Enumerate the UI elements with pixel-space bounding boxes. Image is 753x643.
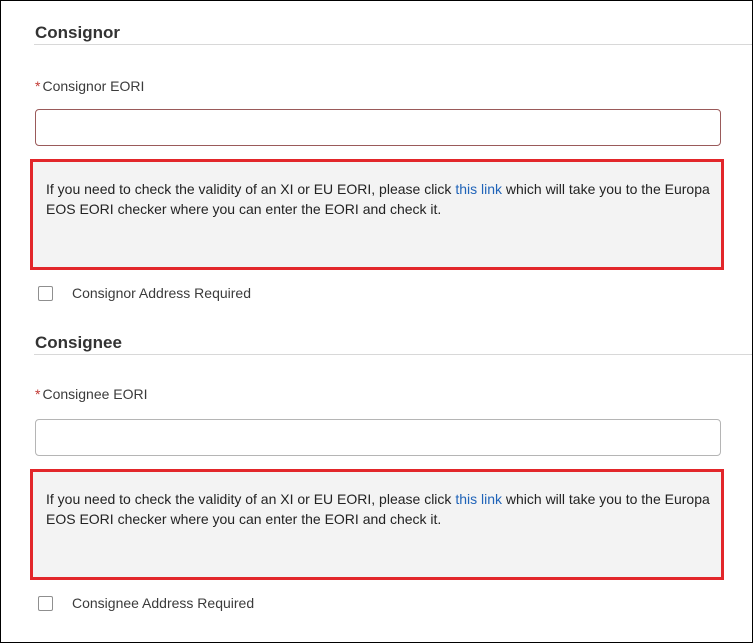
- consignor-section-header: Consignor: [34, 23, 752, 45]
- consignee-eori-label: * Consignee EORI: [35, 386, 148, 402]
- consignor-address-required-row[interactable]: Consignor Address Required: [38, 284, 251, 302]
- consignee-eori-checker-link[interactable]: this link: [455, 491, 502, 507]
- consignor-eori-label-text: Consignor EORI: [42, 78, 145, 94]
- consignee-eori-label-text: Consignee EORI: [42, 386, 148, 402]
- consignee-address-required-label: Consignee Address Required: [72, 595, 255, 611]
- consignee-section-title: Consignee: [35, 333, 122, 352]
- required-marker: *: [35, 386, 41, 402]
- consignor-eori-label: * Consignor EORI: [35, 78, 144, 94]
- consignee-address-required-row[interactable]: Consignee Address Required: [38, 594, 254, 612]
- consignor-info-text-before: If you need to check the validity of an …: [46, 181, 456, 197]
- consignor-address-required-label: Consignor Address Required: [72, 285, 251, 301]
- required-marker: *: [35, 78, 41, 94]
- consignor-section-title: Consignor: [35, 23, 120, 42]
- consignor-address-required-checkbox[interactable]: [38, 285, 53, 301]
- consignee-section-header: Consignee: [34, 333, 752, 355]
- consignor-eori-info-box: If you need to check the validity of an …: [30, 159, 724, 270]
- consignor-eori-info-text: If you need to check the validity of an …: [46, 179, 711, 219]
- consignee-address-required-checkbox[interactable]: [38, 595, 53, 611]
- consignor-eori-input[interactable]: [35, 109, 721, 146]
- form-panel: Consignor * Consignor EORI If you need to…: [0, 0, 753, 643]
- consignor-eori-checker-link[interactable]: this link: [455, 181, 502, 197]
- consignee-info-text-before: If you need to check the validity of an …: [46, 491, 456, 507]
- consignee-eori-info-text: If you need to check the validity of an …: [46, 489, 711, 529]
- consignee-eori-input[interactable]: [35, 419, 721, 456]
- consignee-eori-info-box: If you need to check the validity of an …: [30, 469, 724, 580]
